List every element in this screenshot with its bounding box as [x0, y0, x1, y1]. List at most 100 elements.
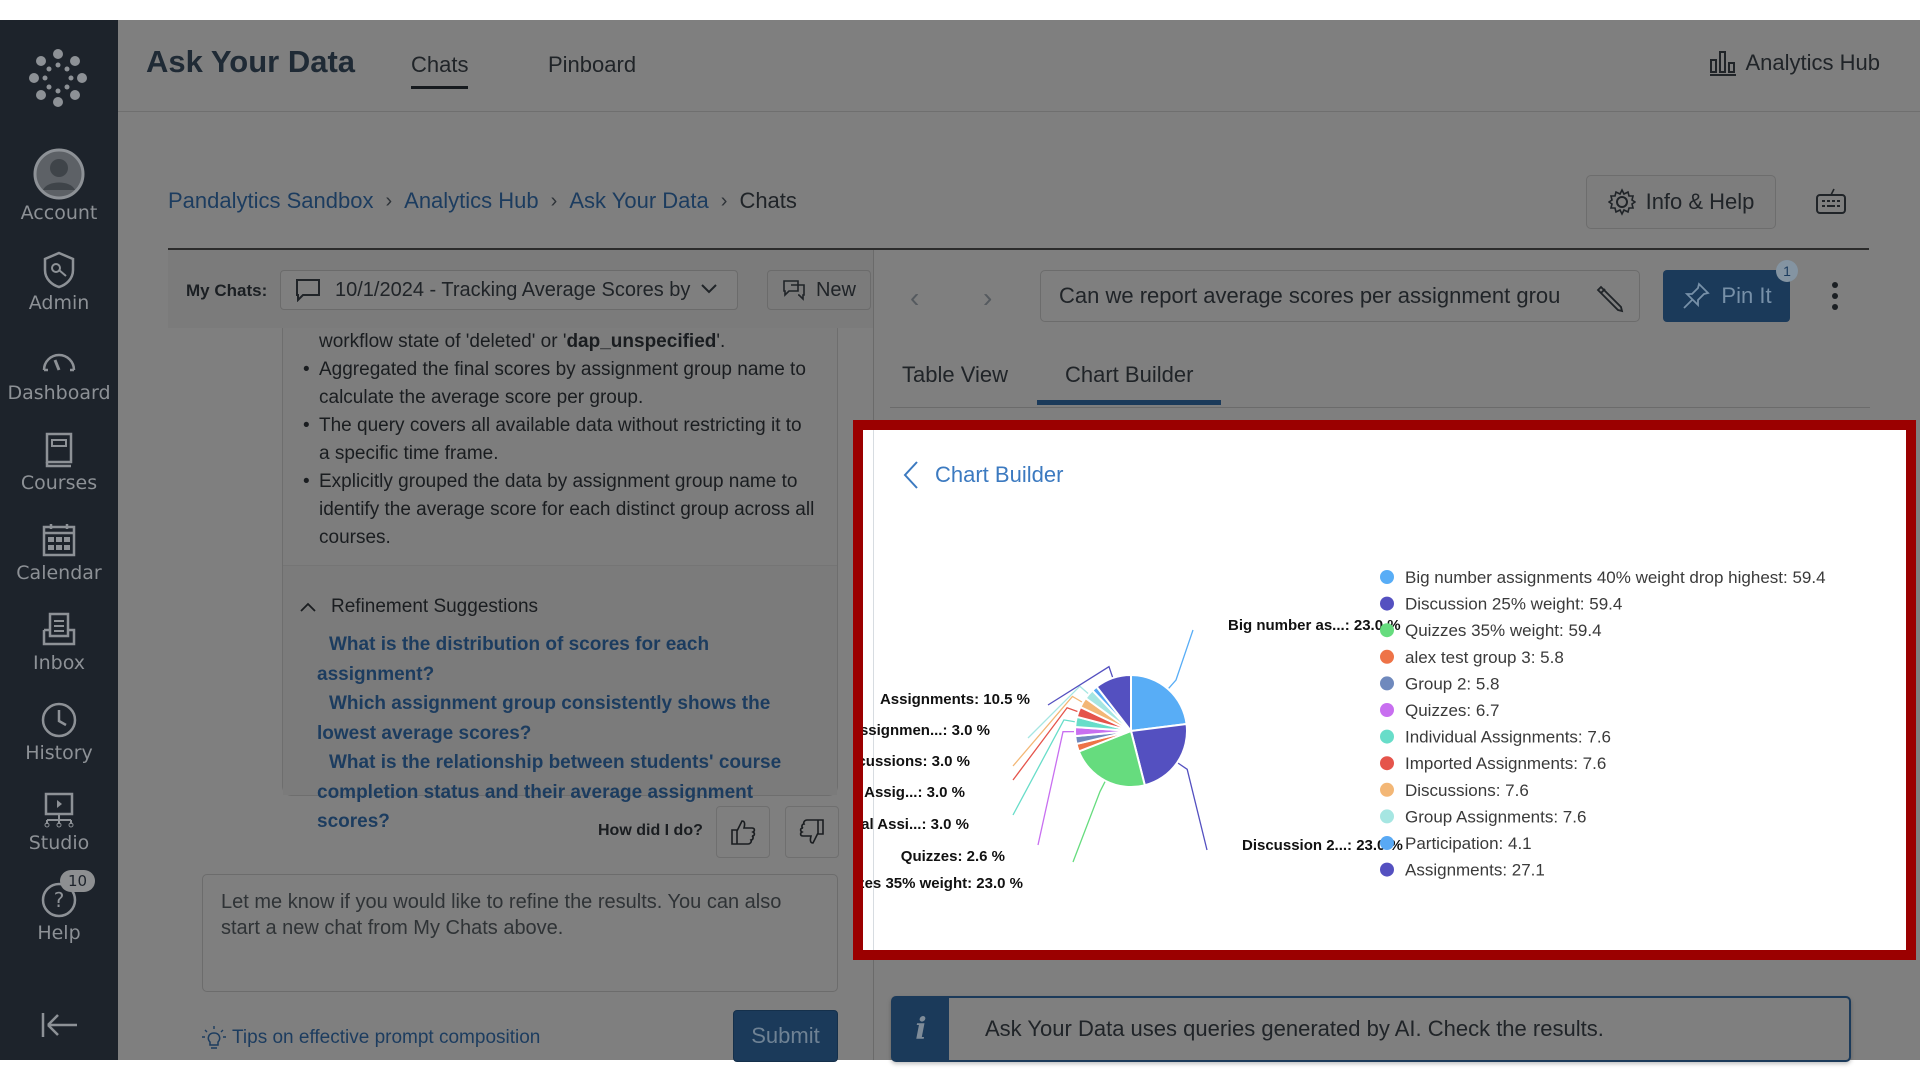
legend-swatch — [1380, 596, 1394, 611]
previous-result-button[interactable]: ‹ — [910, 282, 919, 314]
collapse-nav-button[interactable] — [40, 1010, 80, 1048]
legend-item[interactable]: alex test group 3: 5.8 — [1405, 648, 1564, 667]
message-line: courses. — [319, 527, 391, 548]
legend-item[interactable]: Imported Assignments: 7.6 — [1405, 754, 1606, 773]
legend-swatch — [1380, 862, 1394, 877]
next-result-button[interactable]: › — [983, 282, 992, 314]
legend-item[interactable]: Assignments: 27.1 — [1405, 861, 1545, 880]
dashboard-gauge-icon — [42, 353, 76, 372]
account-icon — [33, 148, 85, 200]
sidebar-item-courses[interactable]: Courses — [0, 430, 118, 494]
breadcrumb-item[interactable]: Analytics Hub — [404, 188, 539, 214]
history-clock-icon — [41, 702, 77, 738]
legend-swatch — [1380, 570, 1394, 584]
message-line: The query covers all available data with… — [319, 415, 802, 436]
chat-bubble-icon — [296, 279, 320, 302]
message-bullet: Explicitly grouped the data by assignmen… — [303, 468, 823, 552]
suggestion-link[interactable]: What is the distribution of scores for e… — [317, 630, 827, 689]
sidebar-item-calendar[interactable]: Calendar — [0, 520, 118, 584]
chat-pane: My Chats: 10/1/2024 - Tracking Average S… — [168, 250, 873, 1062]
legend-item[interactable]: Quizzes 35% weight: 59.4 — [1405, 621, 1602, 640]
sidebar-item-history[interactable]: History — [0, 700, 118, 764]
legend-swatch — [1380, 756, 1394, 771]
legend-item[interactable]: Quizzes: 6.7 — [1405, 701, 1500, 720]
new-chat-button[interactable]: New — [767, 270, 871, 310]
message-line: workflow state of 'deleted' or ' — [319, 331, 567, 352]
admin-shield-icon — [43, 251, 75, 289]
new-chat-label: New — [815, 278, 856, 301]
pin-it-button[interactable]: Pin It — [1663, 270, 1790, 322]
sidebar-item-account[interactable]: Account — [0, 148, 118, 224]
legend-swatch — [1380, 729, 1394, 744]
chat-select-dropdown[interactable]: 10/1/2024 - Tracking Average Scores by — [280, 270, 738, 310]
tab-pinboard[interactable]: Pinboard — [548, 52, 636, 78]
pie-slice-big-number-assignments-40-weight-drop-highest[interactable] — [1130, 673, 1188, 733]
slice-leader-line — [1177, 762, 1208, 851]
slice-label: Discussion 2...: 23.0 % — [1242, 837, 1403, 854]
submit-button[interactable]: Submit — [733, 1010, 838, 1062]
legend-item[interactable]: Discussions: 7.6 — [1405, 781, 1529, 800]
sidebar-item-help[interactable]: ? 10 Help — [0, 870, 118, 944]
legend-swatch — [1380, 676, 1394, 691]
sidebar-item-dashboard[interactable]: Dashboard — [0, 340, 118, 404]
info-help-button[interactable]: Info & Help — [1586, 175, 1776, 229]
tab-table-view[interactable]: Table View — [902, 362, 1008, 388]
tips-link[interactable]: Tips on effective prompt composition — [202, 1025, 540, 1051]
thumbs-down-icon — [799, 819, 824, 844]
ai-notice-text: Ask Your Data uses queries generated by … — [985, 1016, 1604, 1041]
bar-chart-icon — [1710, 51, 1737, 76]
pushpin-icon — [1683, 282, 1711, 309]
sidebar-item-inbox[interactable]: Inbox — [0, 610, 118, 674]
selected-chat-text: 10/1/2024 - Tracking Average Scores by — [335, 278, 691, 301]
studio-icon — [44, 792, 74, 828]
pin-it-label: Pin It — [1721, 283, 1772, 308]
calendar-icon — [42, 524, 76, 557]
legend-item[interactable]: Big number assignments 40% weight drop h… — [1405, 568, 1826, 587]
breadcrumb-current: Chats — [739, 188, 797, 213]
refinement-suggestions: Refinement Suggestions What is the distr… — [283, 565, 837, 832]
breadcrumb-item[interactable]: Pandalytics Sandbox — [168, 188, 373, 214]
legend-item[interactable]: Participation: 4.1 — [1405, 834, 1532, 853]
message-line: calculate the average score per group. — [319, 387, 644, 408]
slice-label: Imported Assig...: 3.0 % — [863, 784, 965, 801]
legend-swatch — [1380, 809, 1394, 824]
courses-book-icon — [45, 432, 73, 468]
sidebar-item-admin[interactable]: Admin — [0, 250, 118, 314]
app-screen: Account Admin Dashboard Courses Calendar… — [0, 20, 1920, 1062]
canvas-logo-icon[interactable] — [28, 48, 88, 108]
legend-item[interactable]: Group Assignments: 7.6 — [1405, 807, 1586, 826]
thumbs-down-button[interactable] — [785, 806, 839, 858]
prompt-input[interactable]: Let me know if you would like to refine … — [202, 874, 838, 992]
legend-item[interactable]: Individual Assignments: 7.6 — [1405, 728, 1611, 747]
chevron-right-icon: › — [720, 189, 728, 212]
analytics-hub-link[interactable]: Analytics Hub — [1709, 50, 1880, 76]
info-help-label: Info & Help — [1645, 189, 1755, 214]
sidebar-item-studio[interactable]: Studio — [0, 790, 118, 854]
suggestion-link[interactable]: Which assignment group consistently show… — [317, 689, 827, 748]
message-line: '. — [716, 331, 726, 352]
message-bullet: The query covers all available data with… — [303, 412, 823, 468]
breadcrumb: Pandalytics Sandbox › Analytics Hub › As… — [168, 188, 797, 214]
keyboard-shortcuts-icon[interactable] — [1814, 185, 1848, 219]
tab-chart-builder[interactable]: Chart Builder — [1037, 362, 1222, 405]
slice-leader-line — [1072, 781, 1106, 863]
pencil-edit-icon[interactable] — [1595, 283, 1625, 313]
refinement-toggle[interactable]: Refinement Suggestions — [299, 596, 538, 618]
legend-item[interactable]: Group 2: 5.8 — [1405, 674, 1500, 693]
question-field[interactable]: Can we report average scores per assignm… — [1040, 270, 1640, 322]
help-badge: 10 — [60, 870, 96, 892]
thumbs-up-button[interactable] — [716, 806, 770, 858]
message-line: identify the average score for each dist… — [319, 499, 815, 520]
my-chats-bar: My Chats: 10/1/2024 - Tracking Average S… — [168, 250, 873, 328]
sidebar-item-label: Studio — [28, 832, 90, 854]
collapse-arrow-icon — [41, 1013, 77, 1037]
message-line: a specific time frame. — [319, 443, 499, 464]
slice-leader-line — [1168, 629, 1194, 689]
legend-item[interactable]: Discussion 25% weight: 59.4 — [1405, 595, 1622, 614]
ai-notice-banner: i Ask Your Data uses queries generated b… — [891, 996, 1851, 1062]
question-text: Can we report average scores per assignm… — [1059, 283, 1561, 308]
more-options-button[interactable] — [1832, 282, 1840, 315]
tab-chats[interactable]: Chats — [411, 52, 469, 89]
breadcrumb-item[interactable]: Ask Your Data — [569, 188, 708, 214]
slice-label: Individual Assi...: 3.0 % — [863, 816, 969, 833]
